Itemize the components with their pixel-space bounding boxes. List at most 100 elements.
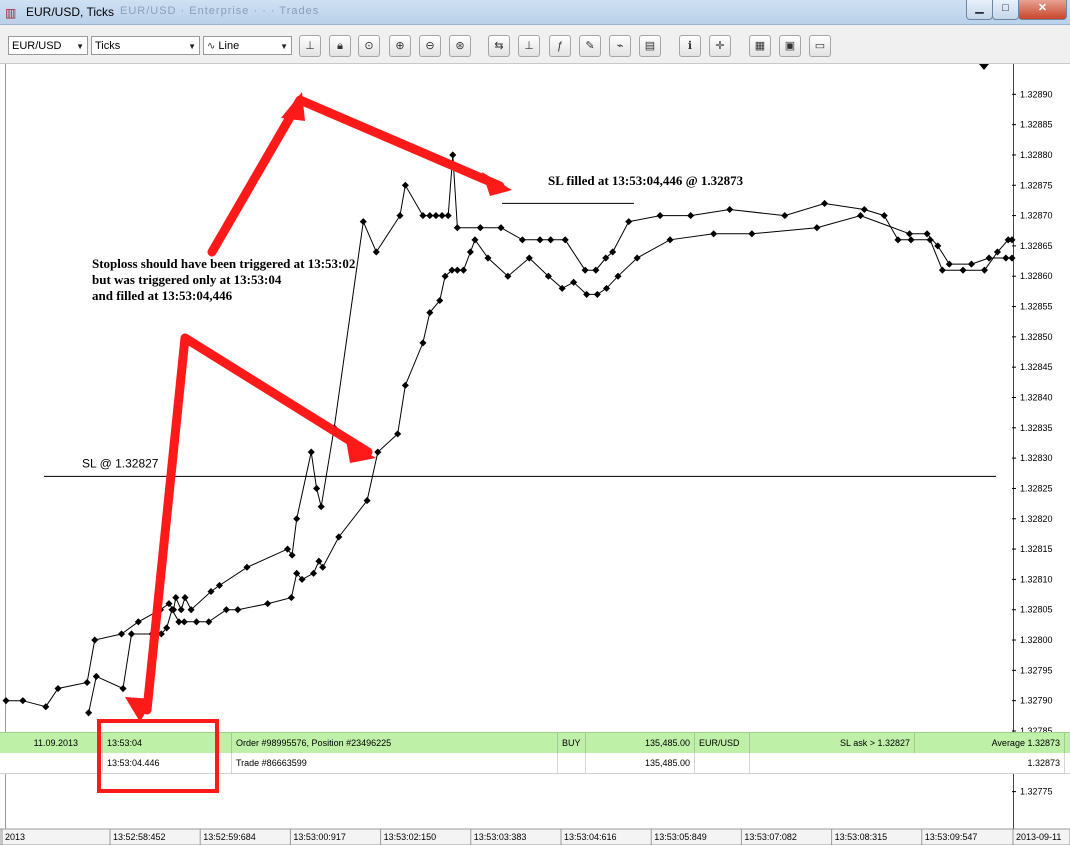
y-tick-label: 1.32805 bbox=[1020, 605, 1053, 615]
tick-point bbox=[264, 600, 272, 608]
trade-amount: 135,485.00 bbox=[586, 753, 695, 773]
tick-point bbox=[401, 381, 409, 389]
x-tick-label: 13:53:08:315 bbox=[835, 832, 888, 842]
note-line-1: Stoploss should have been triggered at 1… bbox=[92, 256, 355, 271]
annotation-arrows bbox=[142, 95, 505, 715]
order-description: Order #98995576, Position #23496225 bbox=[232, 733, 558, 753]
y-tick-label: 1.32885 bbox=[1020, 120, 1053, 130]
arrow-to-trigger bbox=[142, 333, 373, 715]
tick-point bbox=[476, 224, 484, 232]
tick-point bbox=[234, 606, 242, 614]
x-tick-label: 13:53:02:150 bbox=[384, 832, 437, 842]
tick-point bbox=[536, 236, 544, 244]
annotation-arrowheads bbox=[125, 92, 512, 722]
tick-point bbox=[967, 260, 975, 268]
tick-point bbox=[181, 594, 189, 602]
tick-point bbox=[177, 606, 185, 614]
y-tick-label: 1.32835 bbox=[1020, 423, 1053, 433]
stoploss-level-label: SL @ 1.32827 bbox=[82, 456, 159, 470]
note-line-2: but was triggered only at 13:53:04 bbox=[92, 272, 282, 287]
tick-point bbox=[945, 260, 953, 268]
y-tick-label: 1.32820 bbox=[1020, 514, 1053, 524]
y-tick-label: 1.32860 bbox=[1020, 271, 1053, 281]
trade-side-empty bbox=[558, 753, 586, 773]
y-tick-label: 1.32810 bbox=[1020, 574, 1053, 584]
tick-point bbox=[117, 630, 126, 638]
tick-point bbox=[372, 248, 380, 256]
y-tick-label: 1.32850 bbox=[1020, 332, 1053, 342]
tick-point bbox=[42, 703, 50, 711]
tick-point bbox=[205, 618, 213, 626]
tick-point bbox=[710, 230, 718, 238]
tick-point bbox=[287, 594, 295, 602]
order-amount: 135,485.00 bbox=[586, 733, 695, 753]
tick-point bbox=[856, 212, 865, 220]
y-tick-label: 1.32875 bbox=[1020, 180, 1053, 190]
tick-point bbox=[880, 212, 888, 220]
order-side: BUY bbox=[558, 733, 586, 753]
arrowhead-top bbox=[281, 92, 305, 121]
x-tick-label: 13:52:59:684 bbox=[203, 832, 256, 842]
tick-point bbox=[419, 212, 427, 220]
tick-point bbox=[317, 503, 325, 511]
y-tick-label: 1.32840 bbox=[1020, 392, 1053, 402]
tick-point bbox=[905, 230, 914, 238]
tick-point bbox=[426, 212, 434, 220]
tick-point bbox=[243, 563, 251, 571]
y-tick-label: 1.32795 bbox=[1020, 665, 1053, 675]
tick-point bbox=[980, 266, 988, 274]
tick-point bbox=[293, 515, 301, 523]
tick-point bbox=[91, 636, 99, 644]
tick-point bbox=[860, 205, 868, 214]
tick-point bbox=[215, 581, 223, 589]
x-axis: 2013 13:52:58:452 13:52:59:684 13:53:00:917… bbox=[0, 828, 1070, 845]
order-date: 11.09.2013 bbox=[0, 733, 103, 753]
tick-point bbox=[85, 709, 93, 717]
note-line-3: and filled at 13:53:04,446 bbox=[92, 288, 233, 303]
tick-point bbox=[518, 236, 526, 244]
tick-point bbox=[453, 224, 461, 232]
time-highlight-box bbox=[97, 719, 219, 793]
y-tick-label: 1.32865 bbox=[1020, 241, 1053, 251]
tick-point bbox=[466, 248, 474, 256]
tick-point bbox=[748, 230, 756, 238]
tick-point bbox=[1002, 254, 1010, 262]
tick-point bbox=[432, 212, 440, 220]
tick-point bbox=[92, 672, 100, 680]
sl-filled-label: SL filled at 13:53:04,446 @ 1.32873 bbox=[548, 173, 744, 188]
trade-description: Trade #86663599 bbox=[232, 753, 558, 773]
tick-point bbox=[561, 236, 569, 244]
x-tick-label: 13:53:09:547 bbox=[925, 832, 978, 842]
tick-point bbox=[396, 212, 404, 220]
x-tick-label: 2013-09-11 bbox=[1016, 832, 1061, 842]
tick-point bbox=[471, 236, 479, 244]
tick-point bbox=[444, 212, 452, 220]
tick-point bbox=[310, 569, 318, 577]
tick-point bbox=[625, 218, 633, 226]
y-tick-label: 1.32825 bbox=[1020, 483, 1053, 493]
tick-point bbox=[83, 678, 91, 687]
y-axis: 1.32890 1.32885 1.32880 1.32875 1.32870 1.328… bbox=[1012, 89, 1053, 797]
tick-point bbox=[656, 212, 664, 220]
y-tick-label: 1.32800 bbox=[1020, 635, 1053, 645]
tick-point bbox=[438, 212, 446, 220]
y-tick-label: 1.32880 bbox=[1020, 150, 1053, 160]
tick-point bbox=[547, 236, 555, 244]
tick-point bbox=[2, 697, 10, 705]
trade-price: 1.32873 bbox=[750, 753, 1065, 773]
y-tick-label: 1.32815 bbox=[1020, 544, 1053, 554]
tick-point bbox=[127, 630, 135, 638]
order-instrument: EUR/USD bbox=[695, 733, 750, 753]
x-tick-label: 13:53:00:917 bbox=[293, 832, 346, 842]
tick-point bbox=[359, 218, 367, 226]
tick-point bbox=[581, 266, 589, 274]
x-tick-label: 2013 bbox=[5, 832, 25, 842]
x-tick-label: 13:53:04:616 bbox=[564, 832, 617, 842]
x-tick-label: 13:53:07:082 bbox=[744, 832, 797, 842]
arrowhead-right bbox=[482, 172, 512, 196]
tick-point bbox=[959, 266, 967, 274]
tick-point bbox=[907, 236, 915, 244]
tick-point bbox=[119, 685, 127, 693]
order-average-price: Average 1.32873 bbox=[915, 733, 1065, 753]
y-tick-label: 1.32845 bbox=[1020, 362, 1053, 372]
